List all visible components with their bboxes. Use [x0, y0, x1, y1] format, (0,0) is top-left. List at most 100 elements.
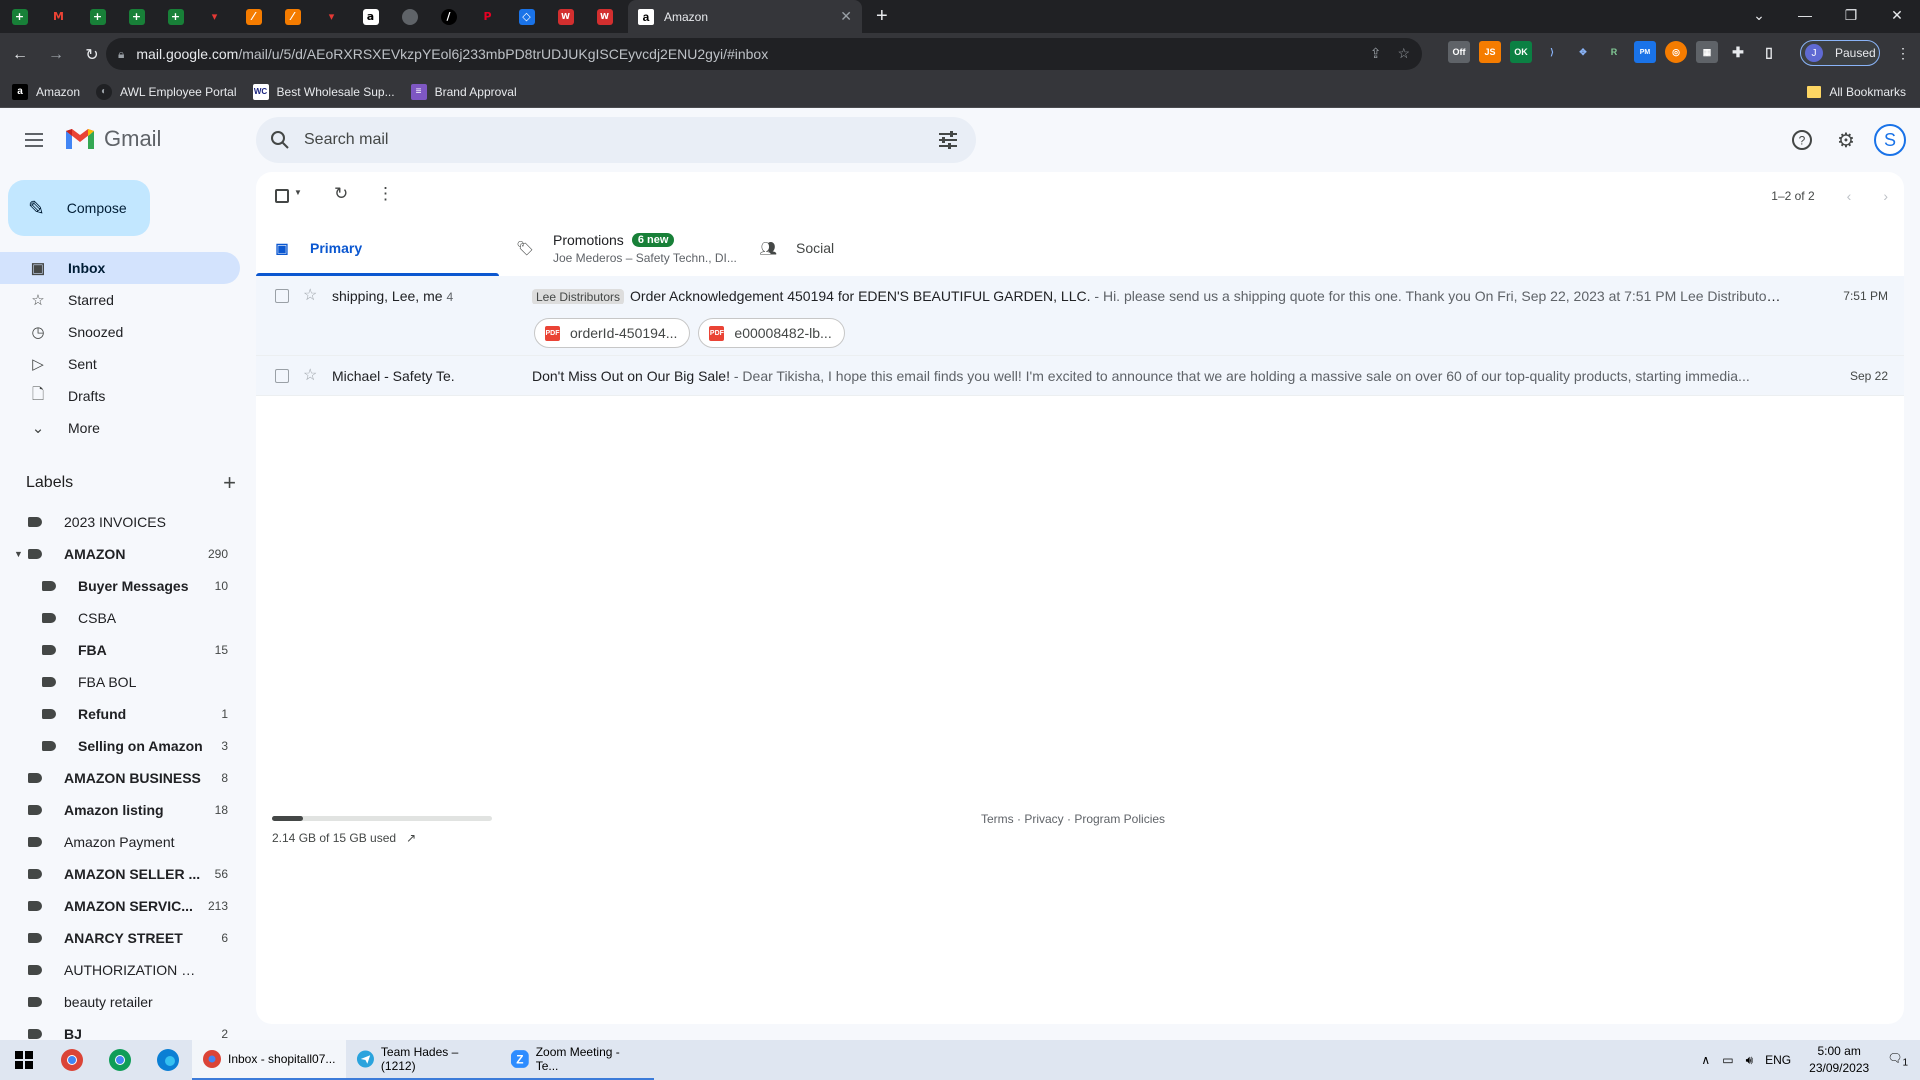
forward-icon[interactable]: →: [40, 39, 72, 71]
close-window-icon[interactable]: ✕: [1874, 0, 1920, 30]
tab-social[interactable]: 👥︎ Social: [742, 220, 985, 276]
label-item[interactable]: FBA BOL: [0, 666, 240, 698]
gmail-logo[interactable]: Gmail: [64, 126, 161, 152]
bookmark-wholesale[interactable]: WC Best Wholesale Sup...: [252, 83, 395, 100]
add-label-icon[interactable]: +: [223, 470, 236, 496]
tab-sheets-2[interactable]: +: [78, 0, 117, 33]
open-external-icon[interactable]: ↗: [406, 831, 416, 845]
close-icon[interactable]: ✕: [840, 8, 852, 25]
tab-sheets-4[interactable]: +: [156, 0, 195, 33]
nav-drafts[interactable]: 🗋︎ Drafts: [0, 380, 240, 412]
label-item[interactable]: Amazon listing 18: [0, 794, 240, 826]
nav-starred[interactable]: ☆ Starred: [0, 284, 240, 316]
account-avatar[interactable]: S: [1874, 124, 1906, 156]
restore-icon[interactable]: ❐: [1828, 0, 1874, 30]
extension-icon[interactable]: R: [1603, 41, 1625, 63]
next-page-icon[interactable]: ›: [1883, 188, 1888, 204]
label-item[interactable]: ANARCY STREET 6: [0, 922, 240, 954]
taskbar-app-telegram[interactable]: Team Hades – (1212): [346, 1040, 500, 1080]
row-checkbox[interactable]: [275, 289, 289, 303]
label-item[interactable]: 2023 INVOICES: [0, 506, 240, 538]
volume-icon[interactable]: 🔊︎: [1746, 1053, 1754, 1068]
bookmark-brand-approval[interactable]: ≡ Brand Approval: [410, 83, 517, 100]
more-options-icon[interactable]: ⋮: [377, 184, 394, 204]
star-icon[interactable]: ☆: [303, 285, 317, 305]
attachment-chip[interactable]: PDF orderId-450194...: [534, 318, 691, 348]
chevron-up-icon[interactable]: ∧: [1701, 1053, 1710, 1067]
tab-red-1[interactable]: ▾: [195, 0, 234, 33]
label-item[interactable]: Selling on Amazon 3: [0, 730, 240, 762]
bookmark-amazon[interactable]: a Amazon: [12, 83, 80, 100]
puzzle-icon[interactable]: ✚: [1727, 41, 1749, 63]
label-item[interactable]: FBA 15: [0, 634, 240, 666]
tab-ww-1[interactable]: W: [546, 0, 585, 33]
tab-orange-1[interactable]: ⁄: [234, 0, 273, 33]
label-item[interactable]: ▼ AMAZON 290: [0, 538, 240, 570]
side-panel-icon[interactable]: ▯: [1758, 41, 1780, 63]
extension-icon[interactable]: Off: [1448, 41, 1470, 63]
taskbar-app-zoom[interactable]: Z Zoom Meeting - Te...: [500, 1040, 654, 1080]
main-menu-icon[interactable]: [22, 128, 46, 152]
nav-snoozed[interactable]: ◷ Snoozed: [0, 316, 240, 348]
email-row[interactable]: ☆ Michael - Safety Te. Don't Miss Out on…: [256, 356, 1904, 396]
label-item[interactable]: CSBA: [0, 602, 240, 634]
label-item[interactable]: AUTHORIZATION REQU...: [0, 954, 240, 986]
taskbar-app-chrome[interactable]: Inbox - shopitall07...: [192, 1040, 346, 1080]
star-icon[interactable]: ☆: [303, 365, 317, 385]
nav-more[interactable]: ⌄ More: [0, 412, 240, 444]
label-item[interactable]: AMAZON BUSINESS 8: [0, 762, 240, 794]
tab-sheets-3[interactable]: +: [117, 0, 156, 33]
select-all-checkbox[interactable]: [275, 189, 289, 203]
email-label-chip[interactable]: Lee Distributors: [532, 289, 625, 304]
chrome-icon[interactable]: [48, 1040, 96, 1080]
search-bar[interactable]: [256, 117, 976, 163]
edge-icon[interactable]: [144, 1040, 192, 1080]
search-icon[interactable]: [268, 128, 292, 152]
attachment-chip[interactable]: PDF e00008482-lb...: [698, 318, 845, 348]
tab-pinterest[interactable]: P: [468, 0, 507, 33]
share-icon[interactable]: ⇪: [1370, 45, 1382, 62]
tab-sheets-1[interactable]: +: [0, 0, 39, 33]
tab-amazon-1[interactable]: a: [351, 0, 390, 33]
tab-orange-2[interactable]: ⁄: [273, 0, 312, 33]
help-icon[interactable]: ?: [1782, 120, 1822, 160]
prev-page-icon[interactable]: ‹: [1847, 188, 1852, 204]
extension-icon[interactable]: OK: [1510, 41, 1532, 63]
label-item[interactable]: Refund 1: [0, 698, 240, 730]
tab-ww-2[interactable]: W: [585, 0, 624, 33]
tab-gray[interactable]: [390, 0, 429, 33]
clock[interactable]: 5:00 am 23/09/2023: [1809, 1043, 1869, 1077]
label-item[interactable]: Amazon Payment: [0, 826, 240, 858]
chrome-icon[interactable]: [96, 1040, 144, 1080]
footer-links[interactable]: Terms · Privacy · Program Policies: [981, 812, 1165, 826]
start-windows-icon[interactable]: [0, 1040, 48, 1080]
notification-icon[interactable]: 🗨︎1: [1887, 1051, 1908, 1068]
nav-sent[interactable]: ▷ Sent: [0, 348, 240, 380]
settings-gear-icon[interactable]: ⚙: [1826, 120, 1866, 160]
select-dropdown-icon[interactable]: ▼: [294, 188, 302, 197]
extension-icon[interactable]: ⟩: [1541, 41, 1563, 63]
label-item[interactable]: AMAZON SERVIC... 213: [0, 890, 240, 922]
tab-red-2[interactable]: ▾: [312, 0, 351, 33]
refresh-icon[interactable]: ↻: [334, 184, 348, 204]
language-indicator[interactable]: ENG: [1765, 1053, 1791, 1067]
bookmark-awl[interactable]: ◐ AWL Employee Portal: [96, 83, 237, 100]
extension-icon[interactable]: PM: [1634, 41, 1656, 63]
reload-icon[interactable]: ↻: [76, 39, 108, 71]
profile-button[interactable]: J Paused: [1800, 40, 1880, 66]
search-input[interactable]: [304, 131, 904, 149]
extension-icon[interactable]: JS: [1479, 41, 1501, 63]
tab-gmail[interactable]: M: [39, 0, 78, 33]
address-bar[interactable]: 🔒︎ mail.google.com/mail/u/5/d/AEoRXRSXEV…: [106, 38, 1422, 70]
extension-icon[interactable]: ▦: [1696, 41, 1718, 63]
nav-inbox[interactable]: ▣ Inbox: [0, 252, 240, 284]
tab-active-amazon[interactable]: a Amazon ✕: [628, 0, 862, 33]
tab-search-icon[interactable]: ⌄: [1736, 0, 1782, 30]
extension-icon[interactable]: ✥: [1572, 41, 1594, 63]
expand-caret-icon[interactable]: ▼: [14, 549, 23, 559]
search-options-icon[interactable]: [936, 129, 960, 151]
network-icon[interactable]: ▭: [1722, 1053, 1733, 1067]
label-item[interactable]: Buyer Messages 10: [0, 570, 240, 602]
new-tab-button[interactable]: +: [876, 5, 888, 28]
chrome-menu-icon[interactable]: ⋮: [1896, 45, 1910, 62]
